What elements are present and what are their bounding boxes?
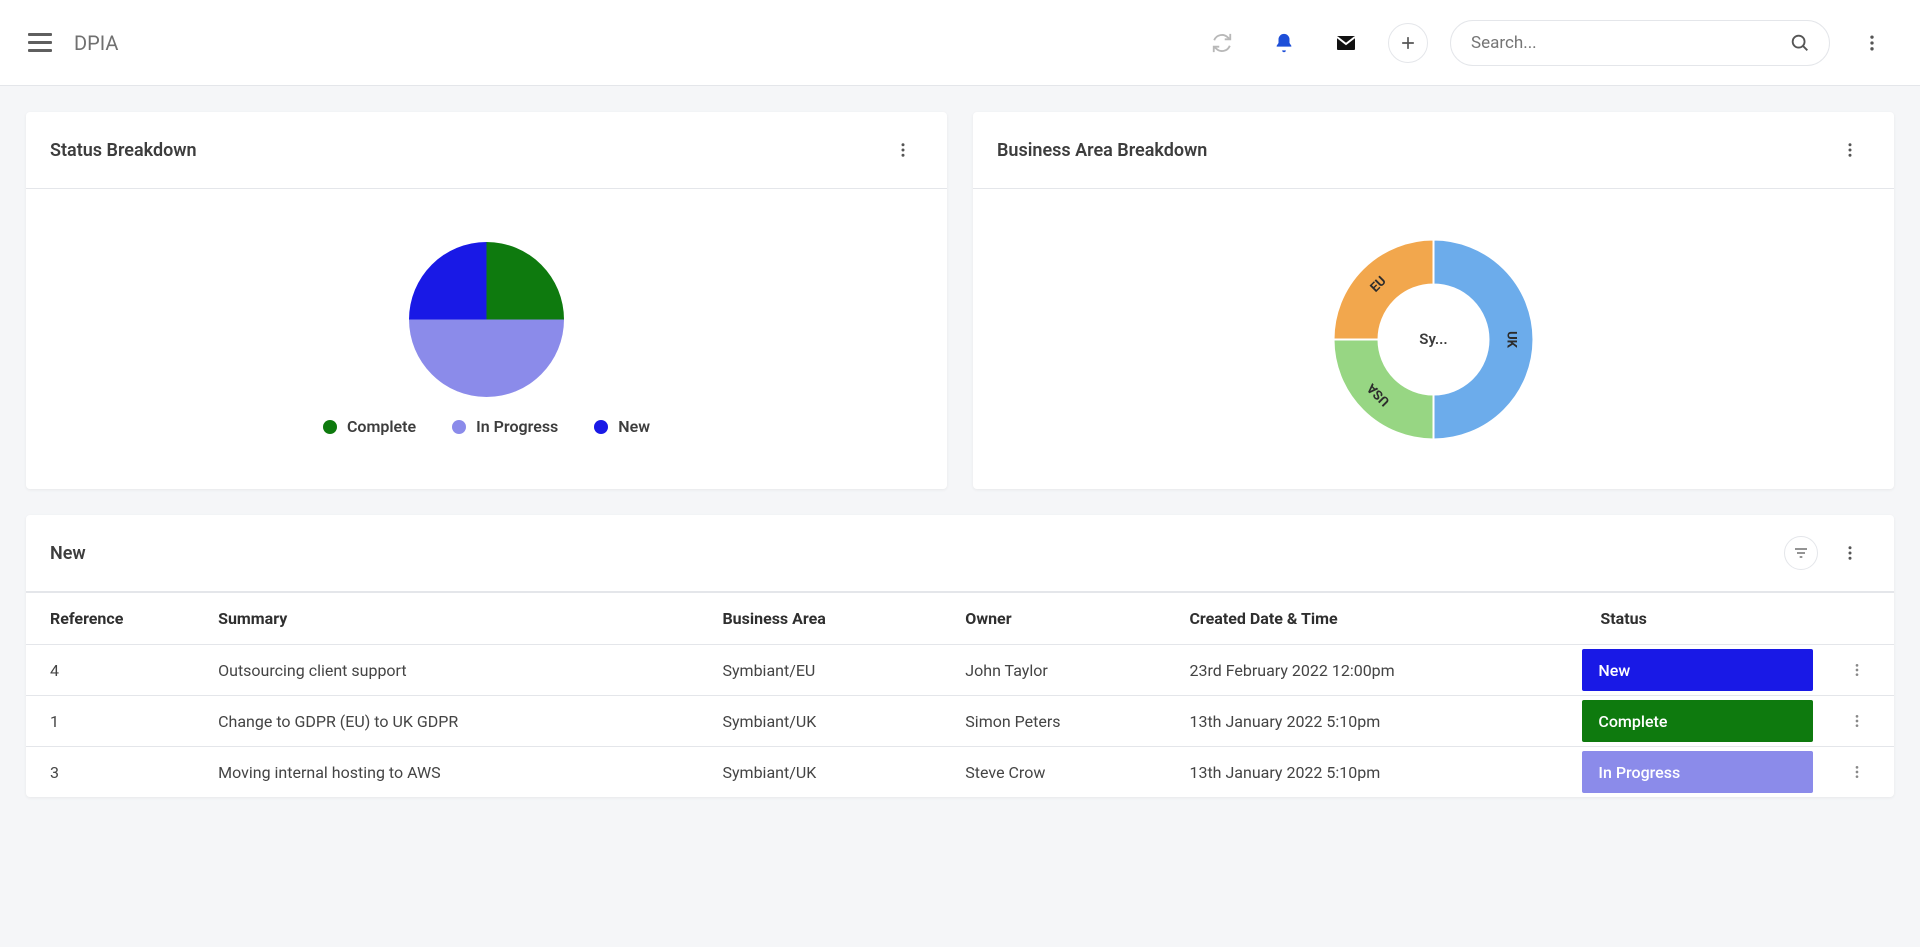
legend-new[interactable]: New xyxy=(594,417,650,436)
status-card-menu-icon[interactable] xyxy=(883,130,923,170)
cell-reference: 3 xyxy=(26,747,194,798)
hamburger-icon[interactable] xyxy=(28,33,52,52)
add-button[interactable] xyxy=(1388,23,1428,63)
cell-reference: 1 xyxy=(26,696,194,747)
cell-business-area: Symbiant/EU xyxy=(698,645,941,696)
bell-icon[interactable] xyxy=(1264,23,1304,63)
svg-text:UK: UK xyxy=(1504,331,1519,349)
search-icon[interactable] xyxy=(1789,32,1811,54)
business-donut-chart: UKUSAEU Sy... xyxy=(1331,237,1536,442)
row-menu-icon[interactable] xyxy=(1843,713,1870,729)
legend-complete[interactable]: Complete xyxy=(323,417,416,436)
filter-icon[interactable] xyxy=(1784,536,1818,570)
status-breakdown-card: Status Breakdown Complete In Progress xyxy=(26,112,947,489)
legend-in-progress-label: In Progress xyxy=(476,417,558,436)
cell-owner: John Taylor xyxy=(941,645,1165,696)
legend-new-label: New xyxy=(618,417,650,436)
table-title: New xyxy=(50,543,86,564)
cell-owner: Steve Crow xyxy=(941,747,1165,798)
cell-created: 23rd February 2022 12:00pm xyxy=(1165,645,1576,696)
th-created[interactable]: Created Date & Time xyxy=(1165,593,1576,645)
cell-reference: 4 xyxy=(26,645,194,696)
cell-summary: Moving internal hosting to AWS xyxy=(194,747,698,798)
cell-business-area: Symbiant/UK xyxy=(698,696,941,747)
status-pie-chart xyxy=(409,242,564,397)
row-menu-icon[interactable] xyxy=(1843,662,1870,678)
main-content: Status Breakdown Complete In Progress xyxy=(0,86,1920,823)
status-card-title: Status Breakdown xyxy=(50,140,197,161)
th-owner[interactable]: Owner xyxy=(941,593,1165,645)
table-row[interactable]: 4 Outsourcing client support Symbiant/EU… xyxy=(26,645,1894,696)
cell-summary: Change to GDPR (EU) to UK GDPR xyxy=(194,696,698,747)
th-status[interactable]: Status xyxy=(1576,593,1819,645)
legend-in-progress[interactable]: In Progress xyxy=(452,417,558,436)
page-title: DPIA xyxy=(74,31,118,55)
business-card-menu-icon[interactable] xyxy=(1830,130,1870,170)
th-business-area[interactable]: Business Area xyxy=(698,593,941,645)
table-menu-icon[interactable] xyxy=(1830,533,1870,573)
cell-created: 13th January 2022 5:10pm xyxy=(1165,747,1576,798)
cell-summary: Outsourcing client support xyxy=(194,645,698,696)
th-reference[interactable]: Reference xyxy=(26,593,194,645)
cell-created: 13th January 2022 5:10pm xyxy=(1165,696,1576,747)
app-header: DPIA xyxy=(0,0,1920,86)
status-badge: Complete xyxy=(1582,700,1813,742)
search-field[interactable] xyxy=(1450,20,1830,66)
donut-center-label: Sy... xyxy=(1419,330,1447,348)
mail-icon[interactable] xyxy=(1326,23,1366,63)
table-row[interactable]: 1 Change to GDPR (EU) to UK GDPR Symbian… xyxy=(26,696,1894,747)
row-menu-icon[interactable] xyxy=(1843,764,1870,780)
cell-owner: Simon Peters xyxy=(941,696,1165,747)
business-card-title: Business Area Breakdown xyxy=(997,140,1207,161)
status-legend: Complete In Progress New xyxy=(323,417,650,436)
search-input[interactable] xyxy=(1469,32,1789,54)
table-row[interactable]: 3 Moving internal hosting to AWS Symbian… xyxy=(26,747,1894,798)
dpia-table: Reference Summary Business Area Owner Cr… xyxy=(26,592,1894,797)
sync-icon[interactable] xyxy=(1202,23,1242,63)
status-badge: New xyxy=(1582,649,1813,691)
business-area-card: Business Area Breakdown UKUSAEU Sy... xyxy=(973,112,1894,489)
th-summary[interactable]: Summary xyxy=(194,593,698,645)
cell-business-area: Symbiant/UK xyxy=(698,747,941,798)
overflow-menu-icon[interactable] xyxy=(1852,23,1892,63)
table-card: New Reference Summary Business Area Own xyxy=(26,515,1894,797)
legend-complete-label: Complete xyxy=(347,417,416,436)
status-badge: In Progress xyxy=(1582,751,1813,793)
